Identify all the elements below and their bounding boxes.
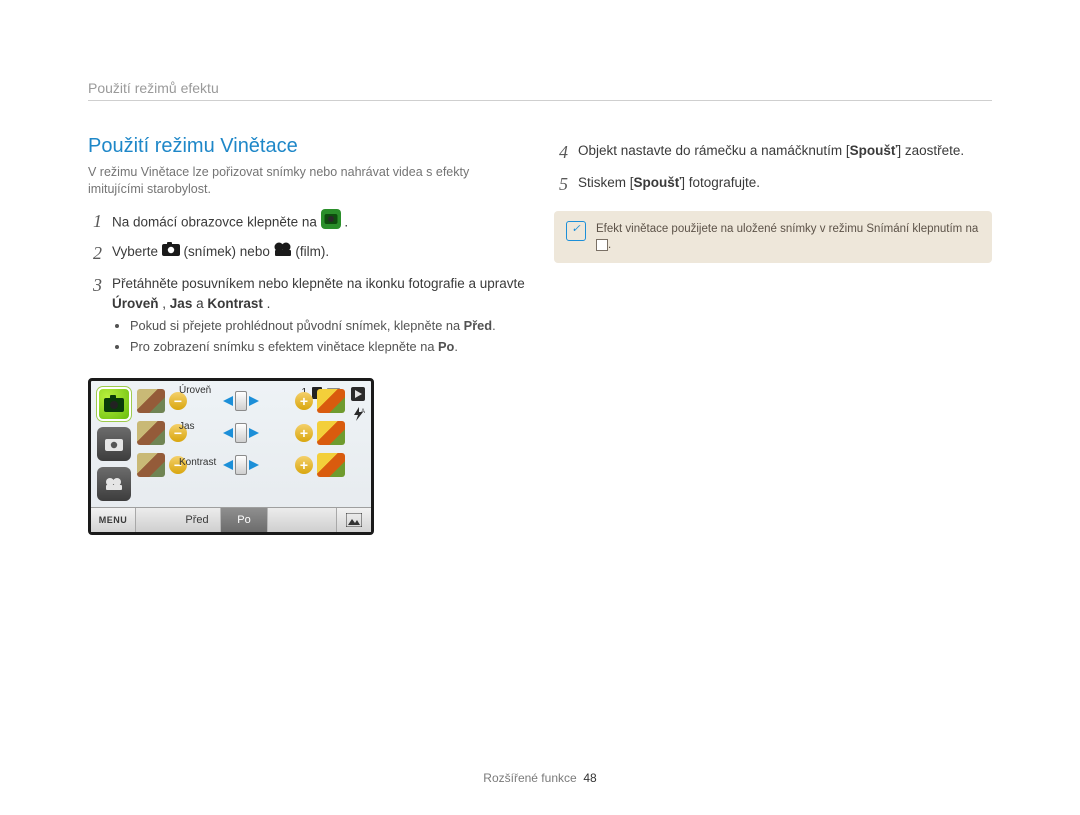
step-text: Stiskem [ (578, 175, 634, 190)
svg-text:A: A (361, 409, 365, 415)
right-column: 4 Objekt nastavte do rámečku a namáčknut… (554, 135, 992, 535)
step-text: Vyberte (112, 244, 162, 259)
step-text: Objekt nastavte do rámečku a namáčknutím… (578, 143, 850, 158)
step-5: 5 Stiskem [Spoušť] fotografujte. (554, 173, 992, 199)
thumb-before[interactable] (137, 389, 165, 413)
step-bold: Spoušť (634, 175, 682, 190)
slider-label-contrast: Kontrast (179, 457, 216, 468)
flash-icon[interactable]: A (351, 407, 365, 421)
step-text: ] zaostřete. (897, 143, 964, 158)
step-bold: Úroveň (112, 296, 159, 311)
effect-mode-button[interactable] (97, 387, 131, 421)
slider-handle[interactable] (235, 455, 247, 475)
step-text: Na domácí obrazovce klepněte na (112, 214, 321, 229)
step-number: 5 (554, 171, 568, 197)
after-button[interactable]: Po (221, 508, 268, 532)
step-1: 1 Na domácí obrazovce klepněte na . (88, 210, 526, 236)
step-4: 4 Objekt nastavte do rámečku a namáčknut… (554, 141, 992, 167)
camera-screen-mock: 1 (88, 378, 374, 535)
section-title: Použití režimu Vinětace (88, 135, 526, 158)
page-footer: Rozšířené funkce 48 (0, 771, 1080, 785)
substep: Pokud si přejete prohlédnout původní sní… (130, 317, 526, 334)
step-bold: Spoušť (850, 143, 898, 158)
menu-button[interactable]: MENU (91, 508, 136, 532)
thumb-after[interactable] (317, 453, 345, 477)
slider-contrast[interactable]: − + (137, 453, 345, 477)
inline-mode-icon (596, 239, 608, 251)
slider-label-level: Úroveň (179, 385, 211, 396)
thumb-before[interactable] (137, 453, 165, 477)
section-intro: V režimu Vinětace lze pořizovat snímky n… (88, 164, 526, 198)
plus-button[interactable]: + (295, 392, 313, 410)
step-bold: Jas (170, 296, 193, 311)
step-number: 1 (88, 208, 102, 234)
photo-mode-button[interactable] (97, 427, 131, 461)
gallery-button[interactable] (336, 508, 371, 532)
plus-button[interactable]: + (295, 424, 313, 442)
substep: Pro zobrazení snímku s efektem vinětace … (130, 338, 526, 355)
step-text: . (267, 296, 271, 311)
thumb-after[interactable] (317, 389, 345, 413)
step-text: ] fotografujte. (681, 175, 760, 190)
home-mode-icon (321, 209, 341, 235)
thumb-before[interactable] (137, 421, 165, 445)
step-text: , (162, 296, 170, 311)
slider-label-brightness: Jas (179, 421, 195, 432)
footer-page-number: 48 (583, 771, 596, 785)
thumb-after[interactable] (317, 421, 345, 445)
step-text: (film). (295, 244, 329, 259)
slider-handle[interactable] (235, 391, 247, 411)
before-button[interactable]: Před (174, 508, 221, 532)
footer-section: Rozšířené funkce (483, 771, 576, 785)
step-text: . (344, 214, 348, 229)
photo-icon (162, 242, 180, 262)
step-text: (snímek) nebo (184, 244, 274, 259)
step-number: 2 (88, 240, 102, 266)
step-text: a (196, 296, 207, 311)
running-head: Použití režimů efektu (88, 80, 992, 101)
playback-icon[interactable] (351, 387, 365, 401)
slider-brightness[interactable]: − + (137, 421, 345, 445)
video-icon (274, 242, 292, 262)
tip-box: Efekt vinětace použijete na uložené sním… (554, 211, 992, 263)
step-bold: Kontrast (207, 296, 263, 311)
plus-button[interactable]: + (295, 456, 313, 474)
slider-level[interactable]: − + (137, 389, 345, 413)
tip-icon (566, 221, 586, 241)
step-3: 3 Přetáhněte posuvníkem nebo klepněte na… (88, 274, 526, 360)
left-column: Použití režimu Vinětace V režimu Vinětac… (88, 135, 526, 535)
tip-text: Efekt vinětace použijete na uložené sním… (596, 221, 980, 253)
step-text: Přetáhněte posuvníkem nebo klepněte na i… (112, 276, 525, 291)
slider-handle[interactable] (235, 423, 247, 443)
step-2: 2 Vyberte (snímek) nebo (film). (88, 242, 526, 268)
video-mode-button[interactable] (97, 467, 131, 501)
step-number: 4 (554, 139, 568, 165)
step-number: 3 (88, 272, 102, 298)
